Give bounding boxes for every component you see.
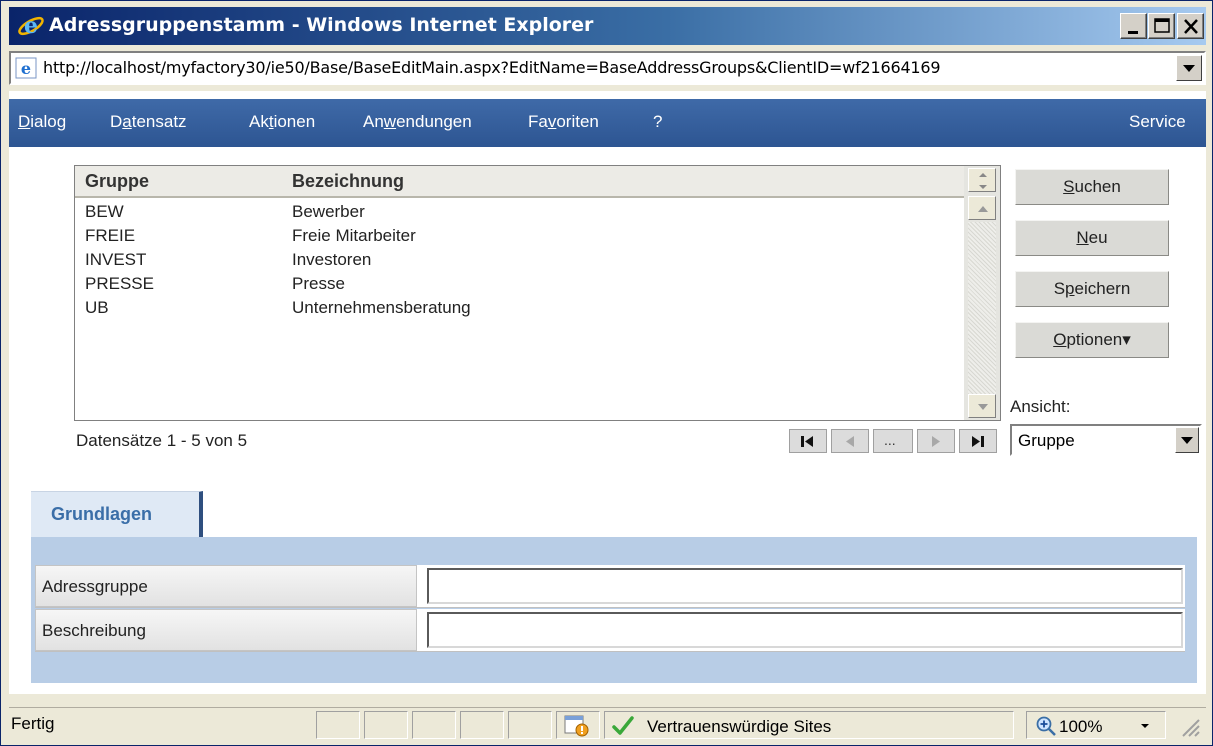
menu-bar: Dialog Datensatz Aktionen Anwendungen Fa…: [9, 99, 1206, 147]
status-panel: [460, 711, 504, 739]
scroll-down-button[interactable]: [968, 394, 996, 418]
zoom-level: 100%: [1059, 717, 1103, 736]
last-page-button[interactable]: [959, 429, 997, 453]
menu-favoriten[interactable]: Favoriten: [528, 112, 599, 132]
magnifier-icon: [1036, 716, 1056, 736]
window-title: Adressgruppenstamm - Windows Internet Ex…: [49, 14, 594, 36]
tab-grundlagen[interactable]: Grundlagen: [31, 491, 203, 537]
maximize-button[interactable]: [1148, 13, 1175, 39]
chevron-down-icon: ▾: [1122, 330, 1131, 349]
table-row[interactable]: BEW Bewerber: [75, 200, 965, 224]
status-panel: [364, 711, 408, 739]
adressgruppe-label: Adressgruppe: [35, 565, 417, 607]
security-zone-panel[interactable]: Vertrauenswürdige Sites: [604, 711, 1014, 739]
adressgruppe-field[interactable]: [427, 568, 1183, 604]
record-count: Datensätze 1 - 5 von 5: [76, 431, 248, 450]
menu-service[interactable]: Service: [1129, 112, 1186, 132]
menu-help[interactable]: ?: [653, 112, 662, 132]
zoom-control[interactable]: 100%: [1026, 711, 1166, 739]
beschreibung-field[interactable]: [427, 612, 1183, 648]
svg-text:e: e: [24, 13, 38, 39]
grid-header: Gruppe Bezeichnung: [75, 166, 965, 198]
title-bar[interactable]: e Adressgruppenstamm - Windows Internet …: [9, 7, 1206, 45]
status-panel: [508, 711, 552, 739]
page-warning-icon: [564, 715, 589, 737]
column-scroll-button[interactable]: [968, 168, 996, 192]
popup-blocker-panel[interactable]: [556, 711, 600, 739]
address-group-grid: Gruppe Bezeichnung BEW Bewerber FREIE Frei…: [74, 165, 1001, 421]
security-zone-text: Vertrauenswürdige Sites: [647, 717, 832, 736]
minimize-button[interactable]: [1120, 13, 1147, 39]
next-page-button[interactable]: [917, 429, 955, 453]
form-panel: Adressgruppe Beschreibung: [31, 537, 1197, 683]
menu-datensatz[interactable]: Datensatz: [110, 112, 187, 132]
status-panel: [412, 711, 456, 739]
check-icon: [612, 716, 634, 735]
status-panel: [316, 711, 360, 739]
beschreibung-label: Beschreibung: [35, 609, 417, 651]
status-bar: Fertig Vertrauenswürdige Sites 100%: [9, 707, 1206, 741]
grid-body: BEW Bewerber FREIE Freie Mitarbeiter INVES…: [75, 200, 965, 320]
column-header-gruppe[interactable]: Gruppe: [85, 171, 149, 192]
ie-window: e Adressgruppenstamm - Windows Internet …: [0, 0, 1213, 746]
grid-scrollbar[interactable]: [964, 166, 1000, 420]
page-content: Dialog Datensatz Aktionen Anwendungen Fa…: [9, 91, 1206, 694]
menu-aktionen[interactable]: Aktionen: [249, 112, 315, 132]
form-row-beschreibung: Beschreibung: [35, 609, 1185, 652]
suchen-button[interactable]: Suchen: [1015, 169, 1169, 205]
chevron-down-icon: [1141, 724, 1149, 728]
url-text: http://localhost/myfactory30/ie50/Base/B…: [43, 58, 941, 77]
neu-button[interactable]: Neu: [1015, 220, 1169, 256]
close-button[interactable]: [1177, 13, 1204, 39]
scroll-up-button[interactable]: [968, 196, 996, 220]
address-dropdown-button[interactable]: [1176, 55, 1202, 81]
svg-text:e: e: [21, 59, 31, 78]
internet-explorer-icon: e: [17, 12, 45, 40]
table-row[interactable]: UB Unternehmensberatung: [75, 296, 965, 320]
view-label: Ansicht:: [1010, 397, 1071, 416]
table-row[interactable]: PRESSE Presse: [75, 272, 965, 296]
speichern-button[interactable]: Speichern: [1015, 271, 1169, 307]
menu-anwendungen[interactable]: Anwendungen: [363, 112, 472, 132]
resize-grip-icon[interactable]: [1177, 714, 1201, 738]
scroll-track[interactable]: [968, 222, 996, 394]
form-row-adressgruppe: Adressgruppe: [35, 565, 1185, 608]
previous-page-button[interactable]: [831, 429, 869, 453]
address-bar[interactable]: e http://localhost/myfactory30/ie50/Base…: [9, 51, 1206, 85]
view-dropdown-button[interactable]: [1175, 427, 1199, 453]
page-ellipsis-button[interactable]: ...: [873, 429, 913, 453]
view-select[interactable]: Gruppe: [1010, 424, 1202, 456]
table-row[interactable]: FREIE Freie Mitarbeiter: [75, 224, 965, 248]
table-row[interactable]: INVEST Investoren: [75, 248, 965, 272]
page-icon: e: [15, 57, 37, 79]
optionen-button[interactable]: Optionen▾: [1015, 322, 1169, 358]
menu-dialog[interactable]: Dialog: [18, 112, 66, 132]
column-header-bezeichnung[interactable]: Bezeichnung: [292, 171, 404, 192]
first-page-button[interactable]: [789, 429, 827, 453]
status-text: Fertig: [11, 714, 55, 733]
view-select-value: Gruppe: [1018, 431, 1075, 450]
